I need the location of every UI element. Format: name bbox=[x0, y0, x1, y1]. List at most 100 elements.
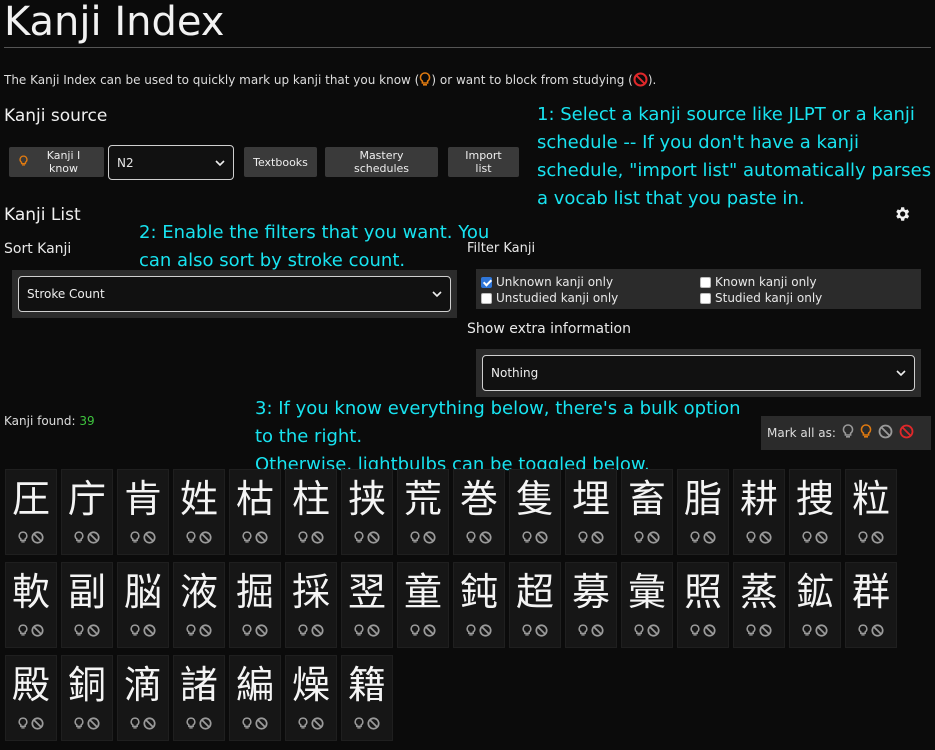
checkbox[interactable] bbox=[700, 292, 711, 304]
gear-icon[interactable] bbox=[893, 205, 911, 227]
block-toggle-icon[interactable] bbox=[815, 622, 828, 641]
lightbulb-toggle-icon[interactable] bbox=[130, 715, 140, 734]
block-toggle-icon[interactable] bbox=[871, 529, 884, 548]
textbooks-button[interactable]: Textbooks bbox=[244, 147, 317, 177]
kanji-tile[interactable]: 畜 bbox=[621, 469, 673, 555]
block-toggle-icon[interactable] bbox=[367, 715, 380, 734]
lightbulb-toggle-icon[interactable] bbox=[802, 622, 812, 641]
kanji-tile[interactable]: 彙 bbox=[621, 562, 673, 648]
block-toggle-icon[interactable] bbox=[255, 622, 268, 641]
lightbulb-toggle-icon[interactable] bbox=[522, 622, 532, 641]
lightbulb-toggle-icon[interactable] bbox=[802, 529, 812, 548]
kanji-tile[interactable]: 脂 bbox=[677, 469, 729, 555]
block-toggle-icon[interactable] bbox=[591, 622, 604, 641]
block-toggle-icon[interactable] bbox=[703, 529, 716, 548]
block-toggle-icon[interactable] bbox=[815, 529, 828, 548]
block-toggle-icon[interactable] bbox=[199, 715, 212, 734]
lightbulb-toggle-icon[interactable] bbox=[746, 529, 756, 548]
block-toggle-icon[interactable] bbox=[703, 622, 716, 641]
lightbulb-toggle-icon[interactable] bbox=[858, 529, 868, 548]
kanji-tile[interactable]: 群 bbox=[845, 562, 897, 648]
filter-unknown-only[interactable]: Unknown kanji only bbox=[481, 275, 613, 289]
jlpt-level-select[interactable]: N2 bbox=[108, 145, 234, 180]
kanji-tile[interactable]: 挟 bbox=[341, 469, 393, 555]
kanji-tile[interactable]: 翌 bbox=[341, 562, 393, 648]
lightbulb-on-icon[interactable] bbox=[860, 424, 872, 442]
kanji-tile[interactable]: 荒 bbox=[397, 469, 449, 555]
filter-unstudied-only[interactable]: Unstudied kanji only bbox=[481, 291, 618, 305]
kanji-tile[interactable]: 鈍 bbox=[453, 562, 505, 648]
block-toggle-icon[interactable] bbox=[255, 529, 268, 548]
kanji-tile[interactable]: 採 bbox=[285, 562, 337, 648]
block-toggle-icon[interactable] bbox=[143, 715, 156, 734]
checkbox[interactable] bbox=[481, 292, 492, 304]
block-toggle-icon[interactable] bbox=[535, 529, 548, 548]
kanji-tile[interactable]: 軟 bbox=[5, 562, 57, 648]
lightbulb-toggle-icon[interactable] bbox=[522, 529, 532, 548]
lightbulb-toggle-icon[interactable] bbox=[858, 622, 868, 641]
lightbulb-toggle-icon[interactable] bbox=[746, 622, 756, 641]
kanji-tile[interactable]: 枯 bbox=[229, 469, 281, 555]
block-toggle-icon[interactable] bbox=[31, 715, 44, 734]
block-toggle-icon[interactable] bbox=[31, 529, 44, 548]
lightbulb-toggle-icon[interactable] bbox=[130, 622, 140, 641]
block-toggle-icon[interactable] bbox=[535, 622, 548, 641]
kanji-tile[interactable]: 脳 bbox=[117, 562, 169, 648]
block-toggle-icon[interactable] bbox=[255, 715, 268, 734]
lightbulb-toggle-icon[interactable] bbox=[242, 622, 252, 641]
kanji-tile[interactable]: 肯 bbox=[117, 469, 169, 555]
lightbulb-toggle-icon[interactable] bbox=[242, 715, 252, 734]
filter-known-only[interactable]: Known kanji only bbox=[700, 275, 817, 289]
block-toggle-icon[interactable] bbox=[31, 622, 44, 641]
lightbulb-toggle-icon[interactable] bbox=[690, 622, 700, 641]
extra-info-select[interactable]: Nothing bbox=[482, 355, 915, 391]
kanji-tile[interactable]: 籍 bbox=[341, 655, 393, 741]
block-toggle-icon[interactable] bbox=[367, 529, 380, 548]
kanji-i-know-button[interactable]: Kanji I know bbox=[9, 147, 104, 177]
lightbulb-toggle-icon[interactable] bbox=[18, 715, 28, 734]
lightbulb-toggle-icon[interactable] bbox=[186, 622, 196, 641]
lightbulb-toggle-icon[interactable] bbox=[466, 622, 476, 641]
kanji-tile[interactable]: 柱 bbox=[285, 469, 337, 555]
lightbulb-toggle-icon[interactable] bbox=[74, 622, 84, 641]
block-on-icon[interactable] bbox=[899, 424, 914, 442]
lightbulb-toggle-icon[interactable] bbox=[690, 529, 700, 548]
kanji-tile[interactable]: 液 bbox=[173, 562, 225, 648]
lightbulb-toggle-icon[interactable] bbox=[74, 715, 84, 734]
checkbox[interactable] bbox=[700, 276, 711, 288]
lightbulb-toggle-icon[interactable] bbox=[186, 529, 196, 548]
block-toggle-icon[interactable] bbox=[199, 622, 212, 641]
kanji-tile[interactable]: 姓 bbox=[173, 469, 225, 555]
block-off-icon[interactable] bbox=[878, 424, 893, 442]
block-toggle-icon[interactable] bbox=[367, 622, 380, 641]
block-toggle-icon[interactable] bbox=[871, 622, 884, 641]
sort-kanji-select[interactable]: Stroke Count bbox=[18, 276, 451, 312]
block-toggle-icon[interactable] bbox=[87, 529, 100, 548]
block-toggle-icon[interactable] bbox=[311, 715, 324, 734]
kanji-tile[interactable]: 超 bbox=[509, 562, 561, 648]
lightbulb-toggle-icon[interactable] bbox=[354, 622, 364, 641]
kanji-tile[interactable]: 掘 bbox=[229, 562, 281, 648]
kanji-tile[interactable]: 銅 bbox=[61, 655, 113, 741]
kanji-tile[interactable]: 照 bbox=[677, 562, 729, 648]
lightbulb-toggle-icon[interactable] bbox=[298, 715, 308, 734]
lightbulb-toggle-icon[interactable] bbox=[74, 529, 84, 548]
lightbulb-toggle-icon[interactable] bbox=[186, 715, 196, 734]
kanji-tile[interactable]: 編 bbox=[229, 655, 281, 741]
checkbox-checked[interactable] bbox=[481, 276, 492, 288]
block-toggle-icon[interactable] bbox=[423, 622, 436, 641]
kanji-tile[interactable]: 滴 bbox=[117, 655, 169, 741]
import-list-button[interactable]: Import list bbox=[448, 147, 519, 177]
kanji-tile[interactable]: 粒 bbox=[845, 469, 897, 555]
kanji-tile[interactable]: 耕 bbox=[733, 469, 785, 555]
block-toggle-icon[interactable] bbox=[647, 529, 660, 548]
block-toggle-icon[interactable] bbox=[479, 529, 492, 548]
kanji-tile[interactable]: 巻 bbox=[453, 469, 505, 555]
block-toggle-icon[interactable] bbox=[423, 529, 436, 548]
lightbulb-toggle-icon[interactable] bbox=[634, 529, 644, 548]
kanji-tile[interactable]: 圧 bbox=[5, 469, 57, 555]
kanji-tile[interactable]: 殿 bbox=[5, 655, 57, 741]
filter-studied-only[interactable]: Studied kanji only bbox=[700, 291, 822, 305]
block-toggle-icon[interactable] bbox=[143, 529, 156, 548]
lightbulb-toggle-icon[interactable] bbox=[578, 529, 588, 548]
